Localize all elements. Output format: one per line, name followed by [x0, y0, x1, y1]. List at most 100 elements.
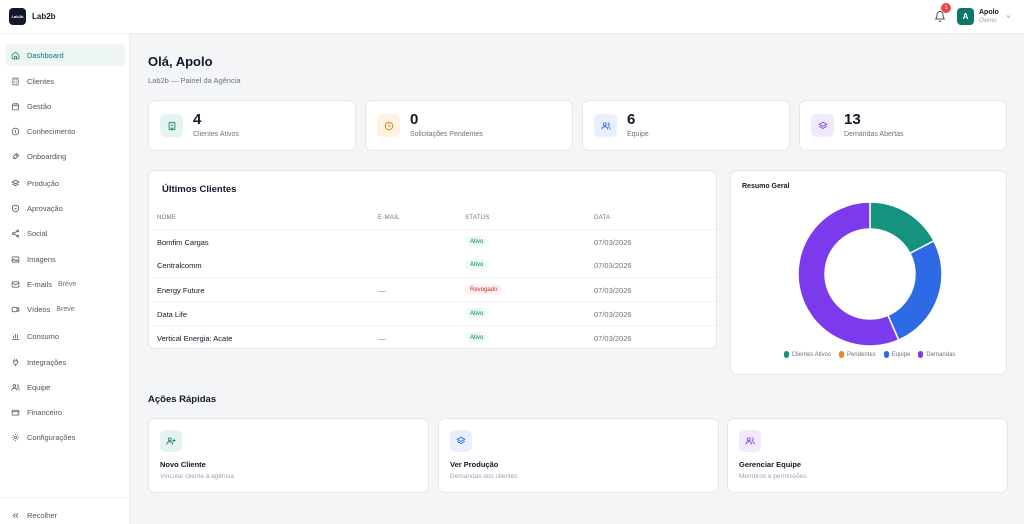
view-production-button[interactable]: Ver Produção Demandas dos clientes	[438, 418, 719, 493]
sidebar-item-videos[interactable]: Vídeos Breve	[5, 298, 125, 320]
quick-action-title: Novo Cliente	[160, 460, 206, 469]
sidebar-item-social[interactable]: Social	[5, 222, 125, 244]
status-badge: Ativo	[465, 308, 489, 319]
chevron-down-icon[interactable]	[1005, 13, 1012, 20]
user-role: Owner	[979, 18, 997, 24]
image-icon	[11, 256, 20, 262]
stat-card-clientes-ativos[interactable]: 4 Clientes Ativos	[148, 100, 356, 151]
stat-value: 6	[627, 111, 636, 128]
sidebar-item-onboarding[interactable]: Onboarding	[5, 145, 125, 167]
users-icon	[11, 383, 20, 391]
coming-soon-badge: Breve	[58, 280, 77, 288]
sidebar-item-gestao[interactable]: Gestão	[5, 95, 125, 117]
quick-actions-title: Ações Rápidas	[148, 394, 217, 405]
sidebar-item-producao[interactable]: Produção	[5, 172, 125, 194]
manage-team-button[interactable]: Gerenciar Equipe Membros e permissões	[727, 418, 1008, 493]
client-date: 07/03/2026	[594, 261, 632, 270]
new-client-button[interactable]: Novo Cliente Vincular cliente à agência	[148, 418, 429, 493]
stat-card-equipe[interactable]: 6 Equipe	[582, 100, 790, 151]
chevrons-left-icon	[12, 512, 19, 518]
app-name: Lab2b	[32, 12, 56, 21]
chart-legend: Clientes Ativos Pendentes Equipe Demanda…	[731, 351, 1008, 358]
table-row[interactable]: Data Life Ativo 07/03/2026	[149, 301, 716, 325]
stat-card-demandas[interactable]: 13 Demandas Abertas	[799, 100, 1007, 151]
home-icon	[11, 51, 20, 59]
legend-label: Demandas	[926, 351, 956, 358]
sidebar-item-aprovacao[interactable]: Aprovação	[5, 197, 125, 219]
sidebar: Dashboard Clientes Gestão Conhecimento O…	[0, 34, 130, 524]
stat-label: Solicitações Pendentes	[410, 131, 483, 138]
donut-slice-equipe[interactable]	[886, 239, 943, 342]
shield-check-icon	[12, 204, 19, 212]
client-date: 07/03/2026	[594, 286, 632, 295]
sidebar-item-conhecimento[interactable]: Conhecimento	[5, 120, 125, 142]
client-name: Centralcomm	[157, 261, 202, 270]
sidebar-item-imagens[interactable]: Imagens	[5, 248, 125, 270]
sidebar-item-label: Onboarding	[27, 151, 67, 161]
building-icon	[160, 114, 183, 137]
table-row[interactable]: Centralcomm Ativo 07/03/2026	[149, 253, 716, 277]
collapse-label: Recolher	[27, 510, 58, 520]
client-date: 07/03/2026	[594, 238, 632, 247]
share-icon	[11, 229, 20, 237]
table-row[interactable]: Bomfim Cargas Ativo 07/03/2026	[149, 229, 716, 253]
status-badge: Ativo	[465, 259, 489, 270]
top-bar: Lab2b Lab2b 1 A Apolo Owner	[0, 0, 1024, 34]
bar-chart-icon	[12, 333, 19, 340]
sidebar-item-consumo[interactable]: Consumo	[5, 325, 125, 347]
legend-item: Clientes Ativos	[783, 351, 831, 358]
sidebar-item-configuracoes[interactable]: Configurações	[5, 426, 125, 448]
sidebar-item-dashboard[interactable]: Dashboard	[5, 44, 125, 66]
quick-action-desc: Membros e permissões	[739, 473, 807, 480]
mail-icon	[11, 281, 20, 287]
legend-dot	[883, 351, 889, 358]
clients-table-card: Últimos Clientes NOME E-MAIL STATUS DATA…	[148, 170, 717, 349]
column-header-date: DATA	[594, 215, 611, 221]
sidebar-item-emails[interactable]: E-mails Breve	[5, 273, 125, 295]
column-header-name: NOME	[157, 215, 177, 221]
status-badge: Ativo	[465, 332, 489, 343]
sidebar-item-integracoes[interactable]: Integrações	[5, 351, 125, 373]
layers-icon	[11, 179, 20, 186]
stat-label: Clientes Ativos	[193, 131, 239, 138]
stat-value: 0	[410, 111, 419, 128]
user-plus-icon	[160, 430, 182, 452]
table-row[interactable]: Energy Future — Revogado 07/03/2026	[149, 277, 716, 301]
layers-icon	[450, 430, 472, 452]
app-logo[interactable]: Lab2b	[9, 8, 26, 25]
client-date: 07/03/2026	[594, 334, 632, 343]
client-name: Energy Future	[157, 286, 205, 295]
sidebar-item-equipe[interactable]: Equipe	[5, 376, 125, 398]
sidebar-item-clientes[interactable]: Clientes	[5, 70, 125, 92]
client-name: Bomfim Cargas	[157, 238, 209, 247]
legend-item: Demandas	[918, 351, 955, 358]
users-icon	[594, 114, 617, 137]
client-name: Vertical Energia: Acate	[157, 334, 233, 343]
quick-action-desc: Demandas dos clientes	[450, 473, 518, 480]
sidebar-item-label: Conhecimento	[27, 126, 76, 136]
client-email: —	[378, 286, 386, 295]
collapse-sidebar-button[interactable]: Recolher	[5, 504, 125, 524]
stat-card-solicitacoes[interactable]: 0 Solicitações Pendentes	[365, 100, 573, 151]
sidebar-item-label: E-mails	[27, 279, 53, 289]
legend-label: Equipe	[891, 351, 911, 358]
sidebar-item-label: Dashboard	[27, 50, 64, 60]
status-badge: Ativo	[465, 236, 489, 247]
legend-item: Equipe	[883, 351, 911, 358]
sidebar-item-label: Integrações	[27, 357, 67, 367]
quick-action-title: Gerenciar Equipe	[739, 460, 802, 469]
clock-icon	[377, 114, 400, 137]
gear-icon	[11, 433, 20, 441]
coming-soon-badge: Breve	[56, 305, 75, 313]
sidebar-item-financeiro[interactable]: Financeiro	[5, 401, 125, 423]
rocket-icon	[12, 152, 19, 159]
sidebar-item-label: Produção	[27, 178, 60, 188]
page-title: Olá, Apolo	[148, 54, 213, 69]
column-header-status: STATUS	[465, 215, 490, 221]
sidebar-item-label: Consumo	[27, 331, 60, 341]
stat-value: 4	[193, 111, 202, 128]
avatar[interactable]: A	[957, 8, 974, 25]
table-row[interactable]: Vertical Energia: Acate — Ativo 07/03/20…	[149, 325, 716, 348]
user-name[interactable]: Apolo	[979, 9, 999, 16]
sidebar-item-label: Imagens	[27, 254, 56, 264]
